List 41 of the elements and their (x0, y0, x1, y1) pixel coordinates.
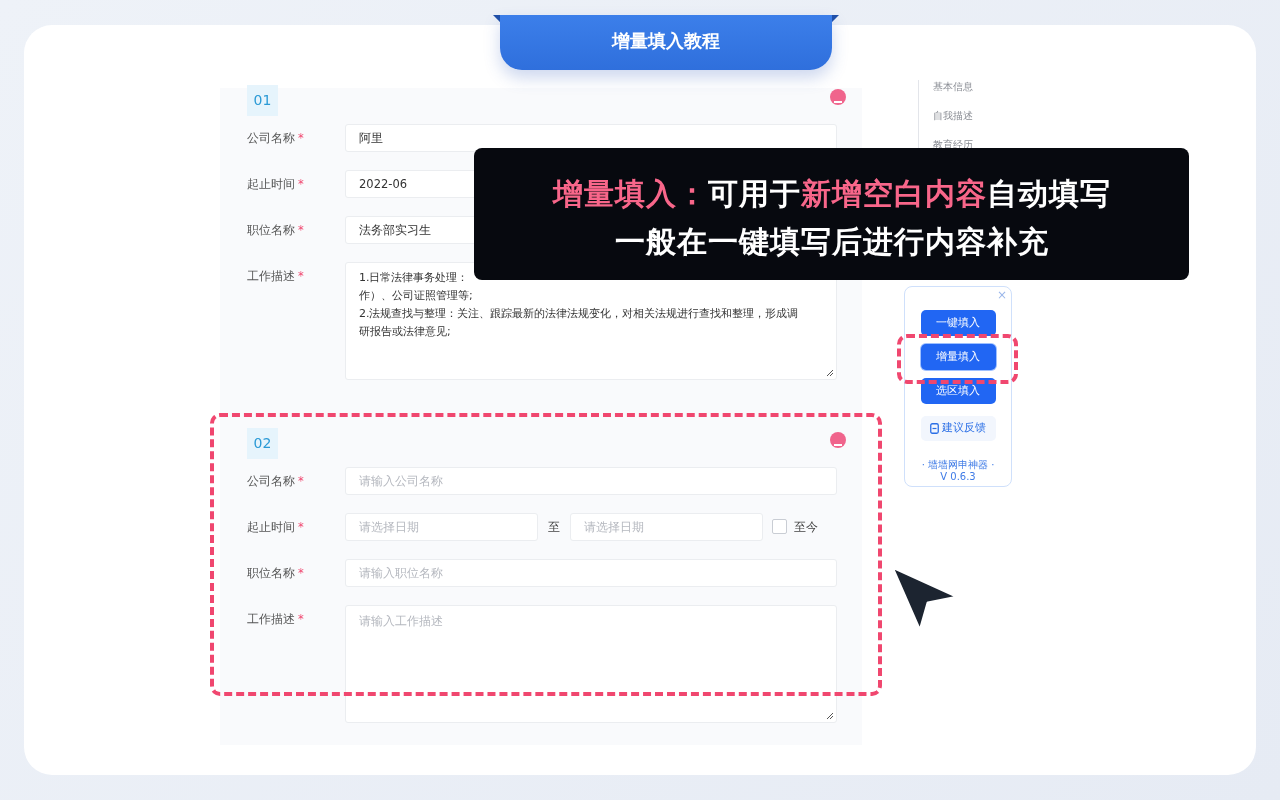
remove-icon[interactable] (830, 432, 846, 448)
field-label: 起止时间 * (247, 519, 305, 536)
field-label: 工作描述 * (247, 611, 305, 628)
fill-button[interactable]: 一键填入 (920, 310, 996, 336)
field-label: 公司名称 * (247, 130, 305, 147)
text-line: 1.日常法律事务处理： (359, 270, 470, 286)
remove-icon[interactable] (830, 89, 846, 105)
checkbox-label: 至今 (794, 519, 818, 536)
fill-button[interactable]: 选区填入 (920, 378, 996, 404)
field-label: 起止时间 * (247, 176, 305, 193)
placeholder-text: 请输入工作描述 (359, 613, 444, 630)
field-label: 工作描述 * (247, 268, 305, 285)
field-label: 职位名称 * (247, 222, 305, 239)
widget-footer-text: · 墙墙网申神器 · (921, 459, 995, 471)
field-label: 公司名称 * (247, 473, 305, 490)
feedback-button[interactable]: 建议反馈 (920, 416, 996, 441)
caption-text: 增量填入：可用于新增空白内容自动填写 (552, 175, 1111, 213)
text-field[interactable]: 阿里 (345, 124, 837, 152)
widget-footer-text: V 0.6.3 (940, 471, 976, 483)
text-line: 研报告或法律意见; (359, 324, 452, 340)
text-line: 2.法规查找与整理：关注、跟踪最新的法律法规变化，对相关法规进行查找和整理，形成调 (359, 306, 800, 322)
text-field[interactable]: 请输入公司名称 (345, 467, 837, 495)
tutorial-title: 增量填入教程 (500, 15, 832, 70)
textarea-field[interactable]: 请输入工作描述 (345, 605, 837, 723)
entry-number: 02 (247, 428, 278, 459)
entry-number: 01 (247, 85, 278, 116)
close-button[interactable]: × (996, 288, 1007, 302)
checkbox[interactable] (772, 519, 787, 534)
range-separator: 至 (547, 519, 561, 536)
document-icon (930, 423, 939, 434)
field-label: 职位名称 * (247, 565, 305, 582)
resize-grip-icon[interactable] (826, 369, 834, 377)
nav-item[interactable]: 自我描述 (933, 109, 1078, 138)
text-field[interactable]: 请输入职位名称 (345, 559, 837, 587)
text-line: 作）、公司证照管理等; (359, 288, 474, 304)
date-field[interactable]: 请选择日期 (570, 513, 763, 541)
date-field[interactable]: 请选择日期 (345, 513, 538, 541)
nav-item[interactable]: 基本信息 (933, 80, 1078, 109)
fill-button[interactable]: 增量填入 (920, 344, 996, 370)
resize-grip-icon[interactable] (826, 712, 834, 720)
caption-text: 一般在一键填写后进行内容补充 (614, 223, 1049, 261)
